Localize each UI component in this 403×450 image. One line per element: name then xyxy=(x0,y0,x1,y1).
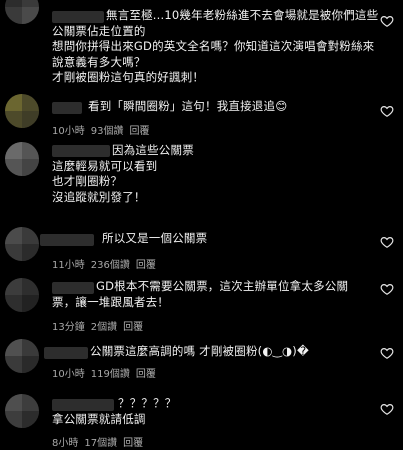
heart-outline-icon xyxy=(380,284,394,295)
comment-text: 所以又是一個公關票 xyxy=(102,231,208,245)
timestamp: 13分鐘 xyxy=(52,322,85,333)
avatar[interactable] xyxy=(5,227,39,261)
heart-outline-icon xyxy=(380,348,394,359)
comment-text: 因為這些公關票 這麼輕易就可以看到 也才剛圈粉？ 沒追蹤就別發了！ xyxy=(52,143,194,204)
like-count[interactable]: 2個讚 xyxy=(91,318,117,333)
comment-text: 公關票這麼高調的嗎 才剛被圈粉(◐‿◑)� xyxy=(90,344,309,358)
like-button[interactable] xyxy=(380,402,394,416)
avatar[interactable] xyxy=(5,339,39,373)
comment-meta: 11小時 236個讚 回覆 xyxy=(52,256,156,271)
timestamp: 10小時 xyxy=(52,126,85,137)
heart-outline-icon xyxy=(380,404,394,415)
like-count[interactable]: 93個讚 xyxy=(91,122,124,137)
like-count[interactable]: 119個讚 xyxy=(91,365,130,380)
comment-text: 無言至極...10幾年老粉絲進不去會場就是被你們這些 公關票佔走位置的 想問你拼… xyxy=(52,8,379,84)
like-count[interactable]: 17個讚 xyxy=(84,434,117,449)
timestamp: 8小時 xyxy=(52,438,79,449)
avatar[interactable] xyxy=(5,142,39,176)
reply-button[interactable]: 回覆 xyxy=(136,256,156,271)
heart-outline-icon xyxy=(380,16,394,27)
like-button[interactable] xyxy=(380,104,394,118)
comment-text: ？？？？？ 拿公關票就請低調 xyxy=(52,396,177,426)
like-button[interactable] xyxy=(380,282,394,296)
heart-outline-icon xyxy=(380,237,394,248)
like-button[interactable] xyxy=(380,235,394,249)
reply-button[interactable]: 回覆 xyxy=(123,434,143,449)
reply-button[interactable]: 回覆 xyxy=(129,122,149,137)
timestamp: 11小時 xyxy=(52,260,85,271)
like-count[interactable]: 236個讚 xyxy=(91,256,130,271)
comment-text: 看到「瞬間圈粉」這句！我直接退追😊 xyxy=(88,99,288,113)
avatar[interactable] xyxy=(5,0,39,24)
like-button[interactable] xyxy=(380,346,394,360)
comment-meta: 10小時 93個讚 回覆 xyxy=(52,122,149,137)
comment-thread: 無言至極...10幾年老粉絲進不去會場就是被你們這些 公關票佔走位置的 想問你拼… xyxy=(0,0,403,450)
comment-meta: 13分鐘 2個讚 回覆 xyxy=(52,318,143,333)
reply-button[interactable]: 回覆 xyxy=(123,318,143,333)
comment-text: GD根本不需要公關票，這次主辦單位拿太多公關 票，讓一堆跟風者去！ xyxy=(52,279,349,309)
avatar[interactable] xyxy=(5,278,39,312)
avatar[interactable] xyxy=(5,394,39,428)
heart-outline-icon xyxy=(380,106,394,117)
comment-meta: 10小時 119個讚 回覆 xyxy=(52,365,156,380)
timestamp: 10小時 xyxy=(52,369,85,380)
comment-meta: 8小時 17個讚 回覆 xyxy=(52,434,143,449)
reply-button[interactable]: 回覆 xyxy=(136,365,156,380)
avatar[interactable] xyxy=(5,94,39,128)
like-button[interactable] xyxy=(380,14,394,28)
